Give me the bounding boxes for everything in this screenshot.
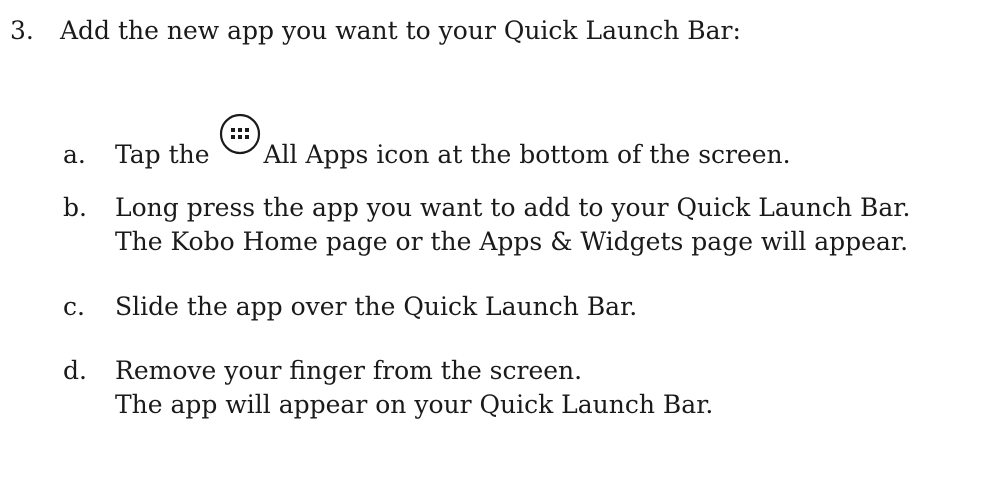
substep-text-line2: The app will appear on your Quick Launch… xyxy=(115,390,714,419)
all-apps-icon xyxy=(219,113,261,155)
substep-text-after-icon: All Apps icon at the bottom of the scree… xyxy=(263,140,791,169)
substep-a: a. Tap the All Apps icon at the bottom of… xyxy=(63,113,791,172)
substep-text-line2: The Kobo Home page or the Apps & Widgets… xyxy=(115,227,909,256)
substep-letter: c. xyxy=(63,292,85,321)
substep-c: c. Slide the app over the Quick Launch Ba… xyxy=(63,290,637,324)
substep-text: Long press the app you want to add to yo… xyxy=(115,193,911,222)
step-3: 3. Add the new app you want to your Quick… xyxy=(10,14,741,48)
substep-text: Slide the app over the Quick Launch Bar. xyxy=(115,292,638,321)
substep-letter: d. xyxy=(63,356,87,385)
substep-letter: b. xyxy=(63,193,87,222)
substep-b: b. Long press the app you want to add to … xyxy=(63,191,910,259)
substep-text: Remove your finger from the screen. xyxy=(115,356,583,385)
substep-text-before-icon: Tap the xyxy=(115,140,210,169)
step-text: Add the new app you want to your Quick L… xyxy=(60,16,741,45)
substep-d: d. Remove your finger from the screen. Th… xyxy=(63,354,713,422)
step-number: 3. xyxy=(10,16,34,45)
instruction-document: 3. Add the new app you want to your Quick… xyxy=(0,0,990,485)
substep-letter: a. xyxy=(63,140,86,169)
